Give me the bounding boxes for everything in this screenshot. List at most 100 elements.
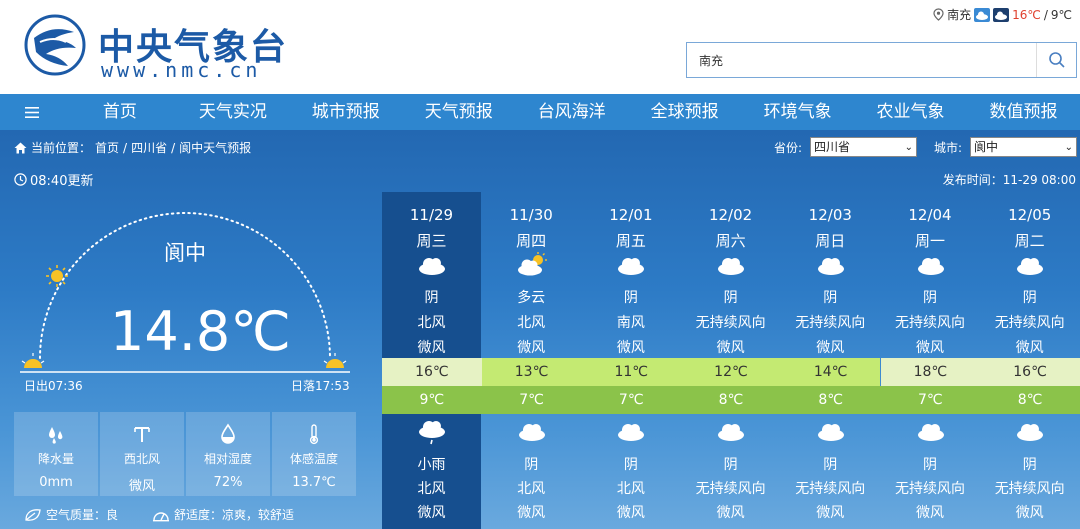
forecast-night-wind-dir: 无持续风向 — [795, 481, 866, 497]
breadcrumb-separator: / — [171, 140, 176, 155]
forecast-high-temp: 18℃ — [880, 358, 981, 386]
home-icon — [14, 142, 27, 153]
forecast-day-wind-speed: 微风 — [1015, 340, 1044, 356]
cloudy-icon — [974, 7, 991, 22]
city-select-value: 阆中 — [974, 140, 999, 154]
nav-item-city-forecast[interactable]: 城市预报 — [289, 94, 402, 130]
top-high-temp: 16℃ — [1012, 7, 1041, 22]
nav-item-global-forecast[interactable]: 全球预报 — [628, 94, 741, 130]
forecast-low-temp: 9℃ — [419, 392, 445, 408]
breadcrumb-label: 当前位置： — [31, 141, 92, 155]
forecast-night-weather: 阴 — [524, 457, 539, 473]
logo-icon[interactable] — [24, 12, 86, 78]
forecast-day-weather: 阴 — [424, 290, 439, 306]
location-pin-icon — [933, 8, 944, 21]
top-low-temp: 9℃ — [1050, 7, 1072, 22]
chevron-down-icon: ⌄ — [904, 142, 913, 153]
nav-item-typhoon-ocean[interactable]: 台风海洋 — [515, 94, 628, 130]
forecast-weekday: 周日 — [815, 232, 846, 250]
nav-item-home[interactable]: 首页 — [63, 94, 176, 130]
forecast-weekday: 周六 — [715, 232, 746, 250]
forecast-night-wind-dir: 无持续风向 — [895, 481, 965, 497]
cloudy-icon — [917, 258, 944, 275]
stat-precipitation: 降水量 0mm — [14, 412, 98, 496]
forecast-high-temp: 13℃ — [481, 358, 582, 386]
sunset-time: 日落17:53 — [291, 379, 350, 393]
forecast-low-temp: 8℃ — [1017, 392, 1043, 408]
forecast-day-wind-dir: 无持续风向 — [795, 315, 866, 331]
forecast-weekday: 周一 — [914, 232, 945, 250]
stat-value: 0mm — [39, 475, 73, 490]
nav-item-weather-forecast[interactable]: 天气预报 — [402, 94, 515, 130]
forecast-night-wind-dir: 北风 — [517, 481, 546, 497]
forecast-night-weather: 阴 — [623, 457, 638, 473]
current-city: 阆中 — [164, 241, 206, 265]
stat-label: 降水量 — [37, 452, 74, 466]
forecast-high-temp: 11℃ — [581, 358, 682, 386]
cloudy-icon — [817, 424, 844, 441]
forecast-date: 12/04 — [908, 206, 952, 224]
forecast-low-temp: 8℃ — [718, 392, 744, 408]
forecast-night-wind-speed: 微风 — [616, 505, 645, 521]
breadcrumb-province[interactable]: 四川省 — [131, 139, 167, 156]
forecast-day-wind-dir: 无持续风向 — [994, 315, 1065, 331]
nav-item-observation[interactable]: 天气实况 — [176, 94, 289, 130]
nav-item-agriculture[interactable]: 农业气象 — [854, 94, 967, 130]
forecast-day-wind-speed: 微风 — [517, 340, 546, 356]
logo-url[interactable]: www.nmc.cn — [101, 58, 261, 82]
forecast-night-wind-dir: 无持续风向 — [695, 481, 766, 497]
forecast-day-wind-dir: 北风 — [417, 315, 446, 331]
sunset-icon — [323, 353, 347, 368]
forecast-day-wind-speed: 微风 — [816, 340, 845, 356]
search-input[interactable] — [687, 43, 1037, 77]
search-button[interactable] — [1036, 43, 1076, 77]
forecast-night-wind-speed: 微风 — [816, 505, 845, 521]
menu-button[interactable] — [0, 94, 63, 130]
update-time: 08:40更新 — [14, 170, 93, 189]
top-weather-summary[interactable]: 南充 16℃ / 9℃ — [933, 6, 1072, 23]
forecast-low-temp: 8℃ — [818, 392, 843, 408]
province-select[interactable]: 四川省 ⌄ — [810, 137, 917, 157]
sun-position-icon — [46, 265, 68, 287]
cloudy-icon — [518, 424, 545, 441]
forecast-high-temp: 16℃ — [382, 358, 482, 386]
stat-value: 72% — [213, 475, 243, 490]
comfort-level: 舒适度：凉爽，较舒适 — [174, 508, 295, 522]
top-city: 南充 — [947, 8, 972, 22]
air-comfort-row: 空气质量：良 舒适度：凉爽，较舒适 — [24, 506, 294, 523]
seven-day-forecast: 11/29 周三 阴 北风 微风 小雨 北风 微风 11/30 周四 多云 北风… — [382, 192, 1080, 529]
forecast-night-wind-dir: 北风 — [616, 481, 645, 497]
forecast-high-temp: 14℃ — [780, 358, 881, 386]
forecast-day-weather: 多云 — [517, 290, 546, 306]
nav-item-environment[interactable]: 环境气象 — [741, 94, 854, 130]
current-temperature: 14.8℃ — [110, 300, 291, 363]
cloudy-icon — [419, 258, 445, 275]
site-header: 中央气象台 www.nmc.cn 南充 16℃ / 9℃ — [0, 0, 1080, 94]
chevron-down-icon: ⌄ — [1064, 142, 1073, 153]
forecast-date: 11/29 — [409, 206, 454, 224]
forecast-low-temp: 7℃ — [519, 392, 544, 408]
partly-cloudy-icon — [517, 252, 547, 276]
weather-main: 当前位置： 首页 / 四川省 / 阆中天气预报 省份: 四川省 ⌄ 城市: 阆中… — [0, 130, 1080, 529]
stat-label: 西北风 — [123, 452, 160, 466]
cloudy-icon — [1017, 258, 1044, 275]
light-rain-icon — [419, 421, 445, 445]
nav-item-numerical[interactable]: 数值预报 — [967, 94, 1080, 130]
forecast-day-weather: 阴 — [1022, 290, 1037, 306]
low-temp-band: 9℃ 7℃ 7℃ 8℃ 8℃ 7℃ 8℃ — [382, 386, 1080, 414]
forecast-weekday: 周五 — [615, 232, 646, 250]
leaf-icon — [25, 508, 41, 521]
sunrise-time: 日出07:36 — [24, 379, 83, 393]
stat-humidity: 相对湿度 72% — [186, 412, 270, 496]
forecast-low-temp: 7℃ — [918, 392, 943, 408]
city-select[interactable]: 阆中 ⌄ — [970, 137, 1077, 157]
forecast-night-wind-speed: 微风 — [1015, 505, 1044, 521]
stat-wind: 西北风 微风 — [100, 412, 184, 496]
forecast-night-weather: 阴 — [923, 457, 937, 473]
forecast-date: 12/05 — [1008, 206, 1052, 224]
breadcrumb-home[interactable]: 首页 — [95, 139, 119, 156]
air-quality: 空气质量：良 — [46, 508, 119, 522]
forecast-night-weather: 小雨 — [417, 457, 446, 473]
forecast-day-weather: 阴 — [623, 290, 638, 306]
forecast-day-wind-dir: 南风 — [616, 315, 645, 331]
